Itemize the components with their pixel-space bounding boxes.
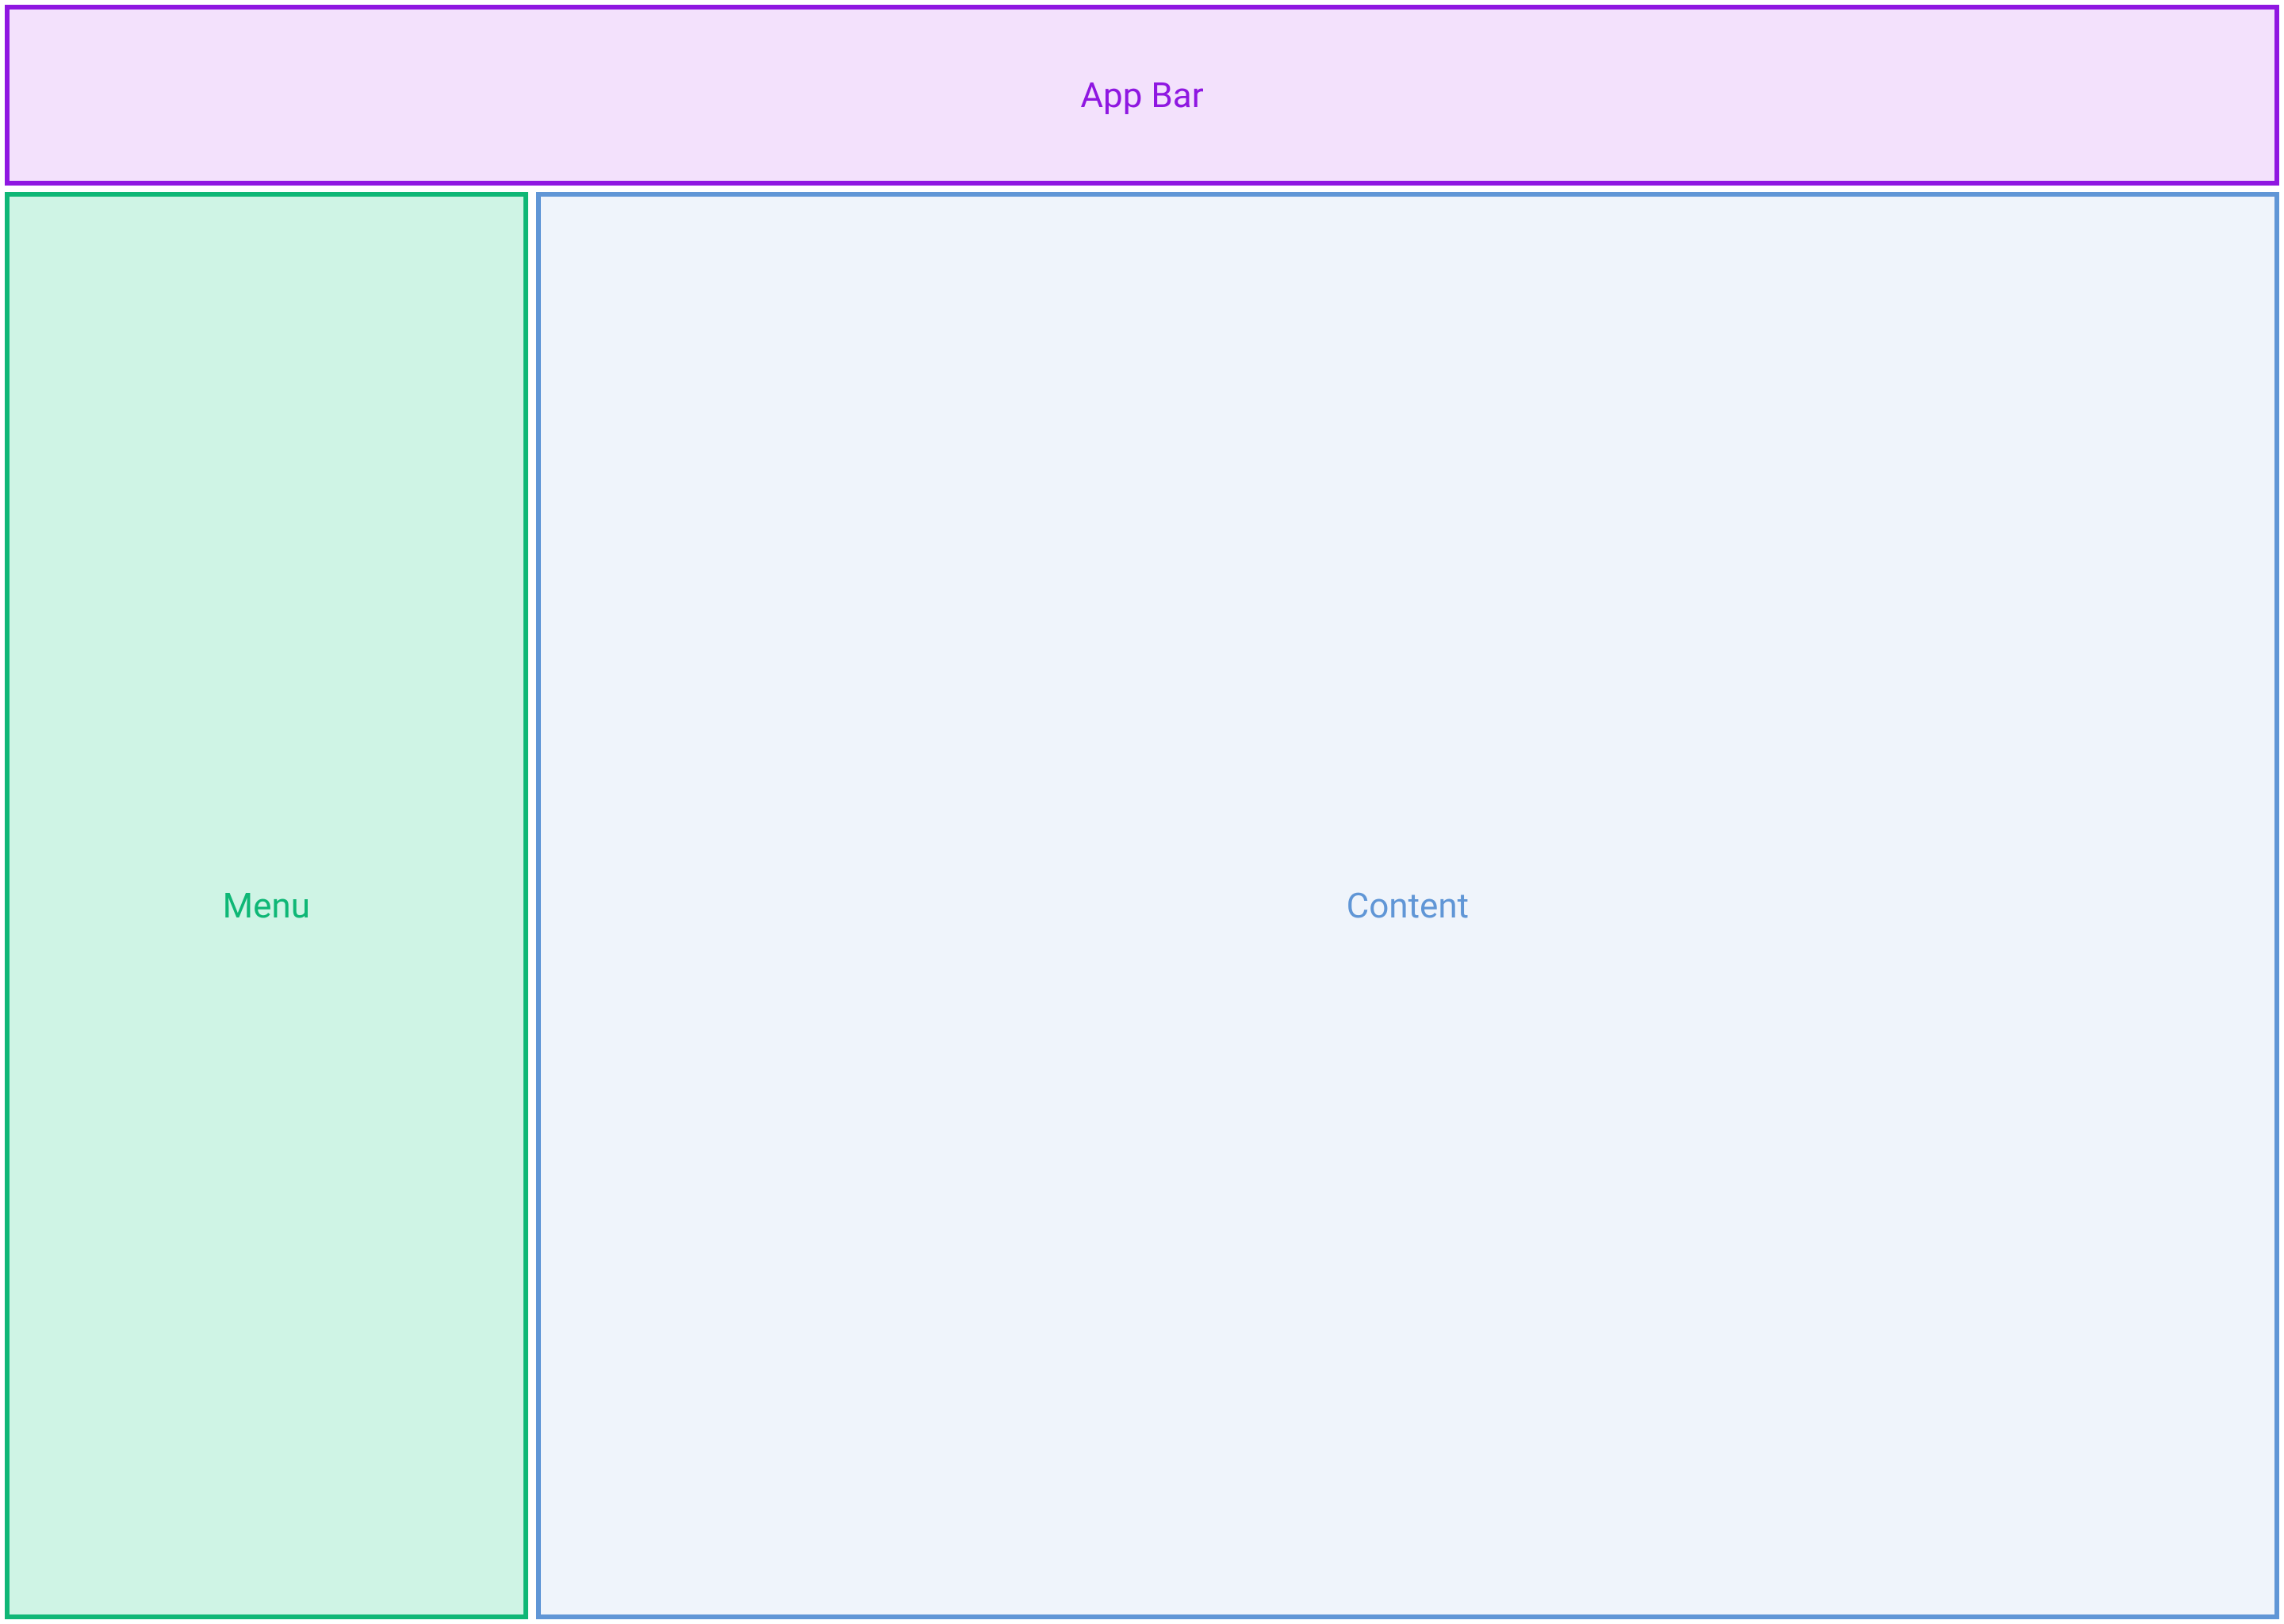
layout-root: App Bar Menu Content — [0, 0, 2284, 1624]
content-label: Content — [1347, 885, 1469, 926]
body-row: Menu Content — [5, 192, 2279, 1619]
menu-label: Menu — [223, 885, 310, 926]
content-panel: Content — [536, 192, 2279, 1619]
app-bar: App Bar — [5, 5, 2279, 186]
app-bar-label: App Bar — [1080, 75, 1203, 116]
menu-panel: Menu — [5, 192, 528, 1619]
